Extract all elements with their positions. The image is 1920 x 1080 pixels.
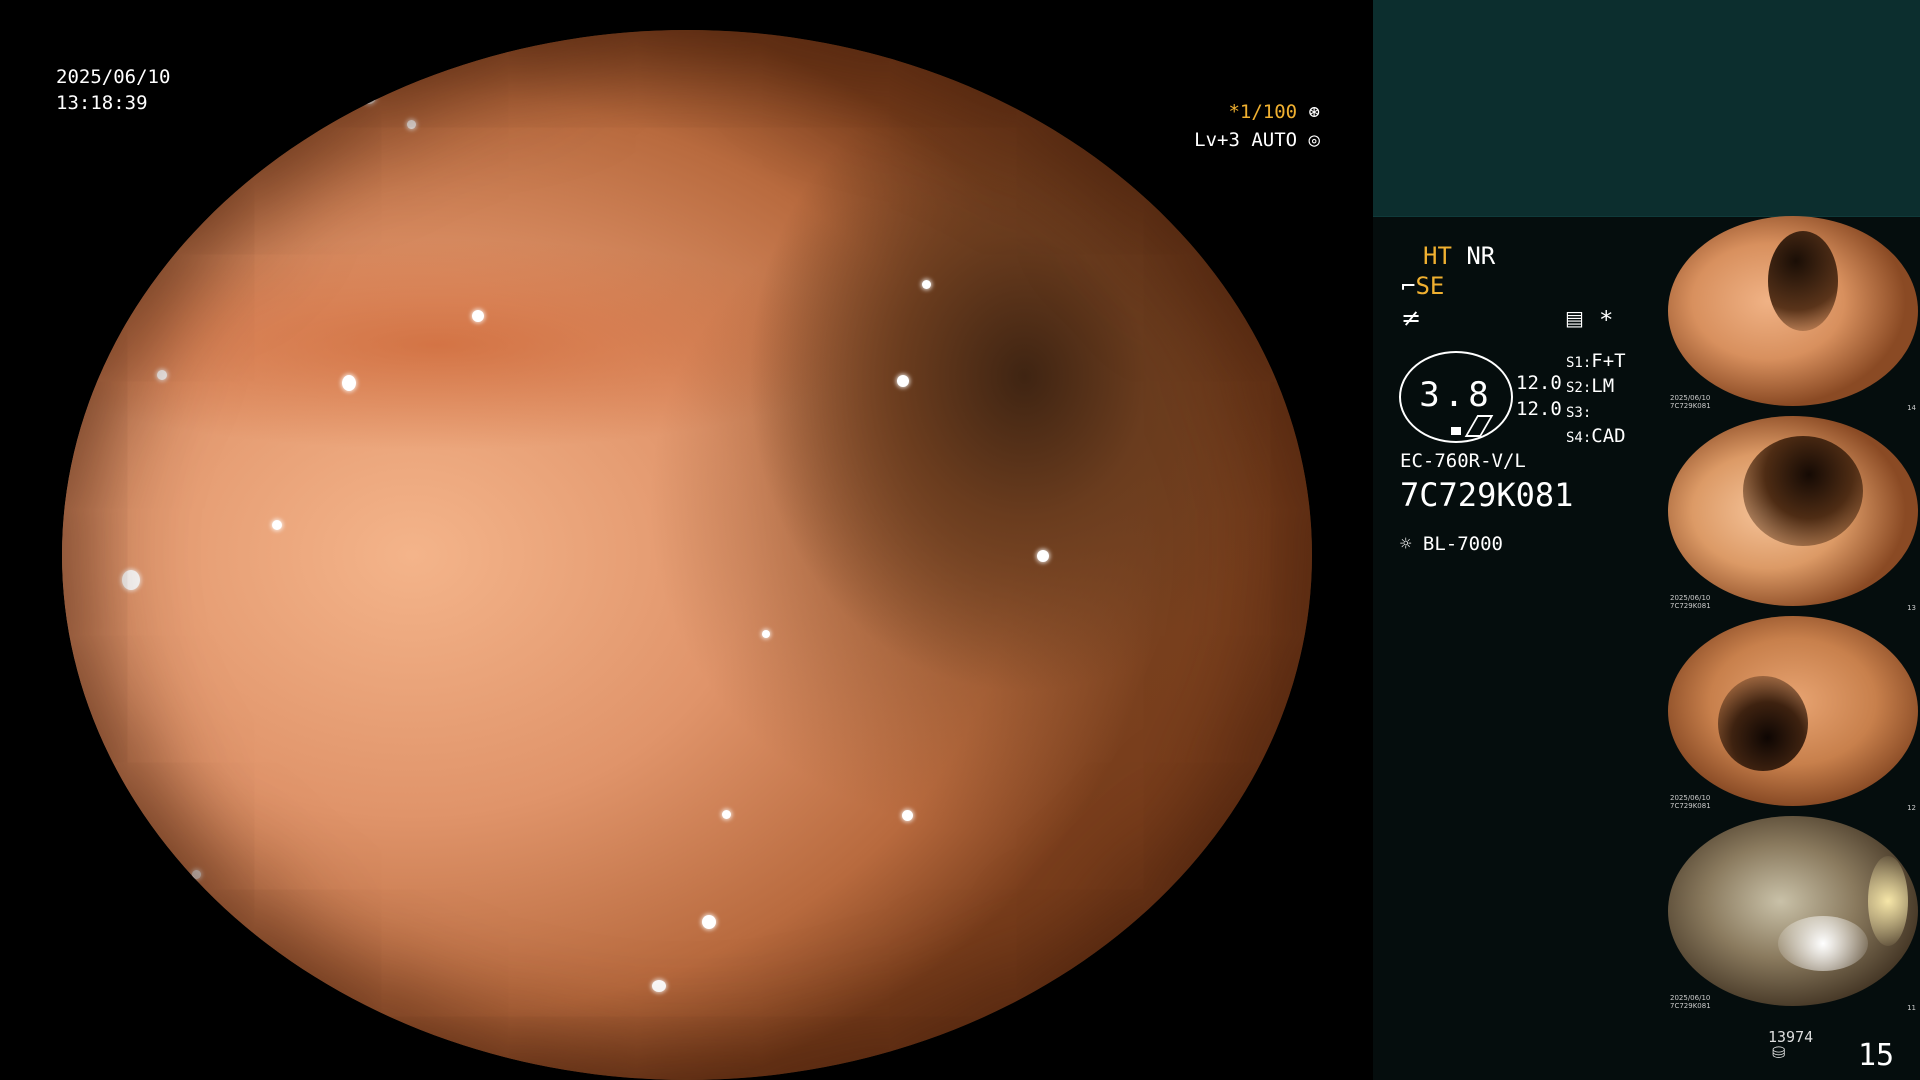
ht-indicator: HT bbox=[1423, 242, 1452, 270]
info-panel: HT NR ⌐SE ≠ ▤ * 3.8 12.0 12.0 S1:F+T S2:… bbox=[1373, 0, 1920, 1080]
se-indicator: SE bbox=[1415, 272, 1445, 300]
thumbnail-image bbox=[1668, 416, 1918, 606]
captured-image-thumbnail[interactable]: 2025/06/10 7C729K081 13 bbox=[1668, 416, 1918, 614]
se-row: ⌐SE bbox=[1401, 272, 1444, 300]
thumbnail-number: 14 bbox=[1907, 404, 1916, 412]
value-2: 12.0 bbox=[1516, 398, 1562, 420]
patient-info-box bbox=[1373, 0, 1920, 217]
thumbnail-number: 12 bbox=[1907, 804, 1916, 812]
image-count-area: 13974 ⛁ bbox=[1768, 1028, 1813, 1062]
thumbnail-image bbox=[1668, 216, 1918, 406]
captured-image-thumbnail[interactable]: 2025/06/10 7C729K081 11 bbox=[1668, 816, 1918, 1014]
asterisk-indicator: * bbox=[1599, 306, 1614, 334]
light-source-row: ☼ BL-7000 bbox=[1400, 533, 1503, 555]
thumbnail-tag: 2025/06/10 7C729K081 bbox=[1670, 794, 1711, 810]
settings-list-icon: ▤ bbox=[1565, 306, 1584, 330]
thumbnail-image bbox=[1668, 616, 1918, 806]
switch-s4: S4:CAD bbox=[1566, 425, 1626, 447]
gauge-indicator bbox=[1464, 415, 1494, 437]
image-settings: *1/100 ⊛ Lv+3 AUTO ◎ bbox=[1180, 98, 1320, 154]
page-number: 15 bbox=[1858, 1038, 1895, 1073]
light-source: BL-7000 bbox=[1422, 533, 1503, 555]
gauge-marker bbox=[1451, 427, 1461, 435]
thumbnail-number: 11 bbox=[1907, 1004, 1916, 1012]
thumbnail-tag: 2025/06/10 7C729K081 bbox=[1670, 394, 1711, 410]
color-mode-icon: ≠ bbox=[1401, 304, 1422, 332]
magnification-value: 3.8 bbox=[1419, 375, 1493, 415]
storage-icon: ⛁ bbox=[1772, 1043, 1786, 1062]
thumbnail-tag: 2025/06/10 7C729K081 bbox=[1670, 994, 1711, 1010]
time-text: 13:18:39 bbox=[56, 92, 148, 114]
nr-indicator: NR bbox=[1466, 242, 1496, 270]
scope-model: EC-760R-V/L bbox=[1400, 450, 1526, 472]
datetime-display: 2025/06/10 13:18:39 bbox=[56, 64, 170, 116]
switch-s2: S2:LM bbox=[1566, 375, 1615, 397]
endoscopic-image bbox=[62, 30, 1312, 1080]
date-text: 2025/06/10 bbox=[56, 66, 171, 88]
magnification-gauge: 3.8 bbox=[1399, 351, 1513, 443]
light-source-icon: ☼ bbox=[1400, 533, 1423, 555]
value-1: 12.0 bbox=[1516, 372, 1562, 394]
scope-serial: 7C729K081 bbox=[1400, 476, 1574, 514]
switch-s3: S3: bbox=[1566, 405, 1592, 421]
enhancement-value: *1/100 bbox=[1228, 101, 1298, 123]
structure-enhance-icon: ⌐ bbox=[1401, 272, 1416, 300]
thumbnail-tag: 2025/06/10 7C729K081 bbox=[1670, 594, 1711, 610]
captured-image-thumbnail[interactable]: 2025/06/10 7C729K081 12 bbox=[1668, 616, 1918, 814]
brightness-level: Lv+3 AUTO bbox=[1194, 129, 1298, 151]
switch-s1: S1:F+T bbox=[1566, 350, 1626, 372]
thumbnail-number: 13 bbox=[1907, 604, 1916, 612]
iris-icon: ◎ bbox=[1297, 129, 1320, 151]
mode-row: HT NR bbox=[1423, 242, 1495, 270]
captured-image-thumbnail[interactable]: 2025/06/10 7C729K081 14 bbox=[1668, 216, 1918, 414]
thumbnail-image bbox=[1668, 816, 1918, 1006]
shutter-icon: ⊛ bbox=[1297, 101, 1320, 123]
endoscope-main-view: 2025/06/10 13:18:39 *1/100 ⊛ Lv+3 AUTO ◎ bbox=[0, 0, 1372, 1080]
